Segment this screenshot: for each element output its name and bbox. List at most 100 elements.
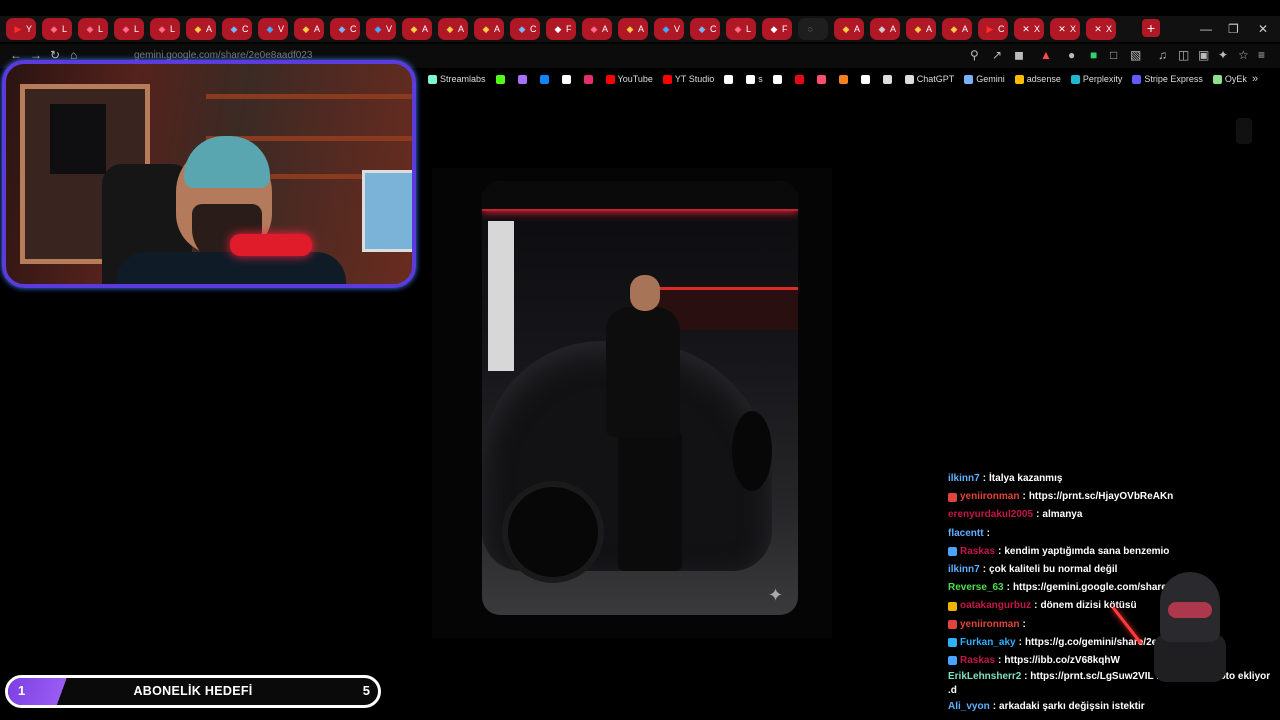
browser-tab[interactable]: ◆ L bbox=[78, 18, 108, 40]
browser-tab[interactable]: ◆ C bbox=[510, 18, 540, 40]
bookmark-item[interactable]: YouTube bbox=[605, 74, 653, 84]
browser-tab[interactable]: ◆ A bbox=[906, 18, 936, 40]
bookmark-item[interactable]: adsense bbox=[1014, 74, 1061, 84]
browser-tab[interactable]: ◆ A bbox=[582, 18, 612, 40]
image-icon: ◆ bbox=[770, 24, 778, 34]
browser-tab[interactable]: ◆ C bbox=[330, 18, 360, 40]
download-icon[interactable] bbox=[1236, 118, 1252, 144]
browser-tab[interactable]: ◆ A bbox=[402, 18, 432, 40]
browser-tab[interactable]: ◆ V bbox=[258, 18, 288, 40]
restore-icon[interactable]: ❐ bbox=[1228, 22, 1239, 36]
share-icon[interactable]: ↗ bbox=[992, 48, 1002, 62]
man-hoodie bbox=[606, 307, 680, 437]
tab-title: X bbox=[1106, 24, 1113, 34]
tab-title: A bbox=[602, 24, 609, 34]
zoom-icon[interactable]: ⚲ bbox=[970, 48, 979, 62]
bookmark-item[interactable] bbox=[495, 74, 508, 84]
bookmark-favicon-icon bbox=[495, 74, 505, 84]
browser-tab[interactable]: ◆ L bbox=[42, 18, 72, 40]
bookmark-item[interactable] bbox=[724, 74, 736, 84]
sidebar-icon[interactable]: ◫ bbox=[1178, 48, 1189, 62]
extension-icon[interactable]: ■ bbox=[1090, 48, 1097, 62]
browser-tab[interactable]: ▶ C bbox=[978, 18, 1008, 40]
browser-tab[interactable]: ◆ L bbox=[114, 18, 144, 40]
browser-tab[interactable]: ◆ C bbox=[690, 18, 720, 40]
brave-shield-icon[interactable]: ◼ bbox=[1014, 48, 1024, 62]
bookmark-item[interactable] bbox=[860, 74, 873, 84]
bookmark-item[interactable] bbox=[583, 74, 596, 84]
browser-tab[interactable]: ▶ Y bbox=[6, 18, 36, 40]
tab-title: Y bbox=[26, 24, 33, 34]
bookmark-item[interactable]: YT Studio bbox=[662, 74, 714, 84]
tab-title: L bbox=[134, 24, 140, 34]
man-head bbox=[630, 275, 660, 311]
chat-text: https://prnt.sc/HjayOVbReAKn bbox=[1028, 491, 1174, 503]
browser-tab[interactable]: ◆ A bbox=[834, 18, 864, 40]
gas-station-canopy bbox=[482, 181, 798, 211]
bookmark-item[interactable]: Stripe Express bbox=[1132, 74, 1203, 84]
bookmarks-overflow-icon[interactable]: » bbox=[1252, 73, 1258, 85]
browser-tab[interactable]: ✕ X bbox=[1050, 18, 1080, 40]
bookmark-item[interactable]: ChatGPT bbox=[904, 74, 954, 84]
browser-tab[interactable]: ◆ V bbox=[654, 18, 684, 40]
gemini-icon: ◆ bbox=[194, 24, 202, 34]
browser-tab[interactable]: ◆ F bbox=[762, 18, 792, 40]
bookmark-item[interactable]: Perplexity bbox=[1070, 74, 1122, 84]
man-legs bbox=[618, 431, 682, 571]
browser-tab[interactable]: ◆ A bbox=[294, 18, 324, 40]
bookmark-item[interactable] bbox=[772, 74, 785, 84]
browser-tab[interactable]: ◆ A bbox=[942, 18, 972, 40]
tab-title: A bbox=[854, 24, 861, 34]
close-window-icon[interactable]: ✕ bbox=[1258, 22, 1268, 36]
gemini-icon: ◆ bbox=[626, 24, 634, 34]
bookmark-favicon-icon bbox=[816, 74, 826, 84]
bookmark-item[interactable]: s bbox=[746, 74, 763, 84]
browser-tab[interactable]: ◆ A bbox=[186, 18, 216, 40]
bookmark-item[interactable]: Gemini bbox=[964, 74, 1005, 84]
bookmark-item[interactable] bbox=[816, 74, 829, 84]
browser-tab[interactable]: ◆ A bbox=[870, 18, 900, 40]
browser-tab[interactable]: ◆ A bbox=[474, 18, 504, 40]
browser-tab[interactable]: ◆ L bbox=[150, 18, 180, 40]
chat-separator: : bbox=[1022, 618, 1026, 630]
shared-image[interactable]: ✦ bbox=[482, 181, 798, 615]
bookmark-favicon-icon bbox=[539, 74, 549, 84]
browser-tab[interactable]: ◆ A bbox=[438, 18, 468, 40]
bookmark-item[interactable] bbox=[517, 74, 530, 84]
feather-icon: ◆ bbox=[50, 24, 58, 34]
bookmark-item[interactable] bbox=[882, 74, 895, 84]
minimize-icon[interactable]: — bbox=[1200, 22, 1212, 36]
vpn-icon[interactable]: ☆ bbox=[1238, 48, 1249, 62]
wallet-icon[interactable]: ▣ bbox=[1198, 48, 1209, 62]
browser-tab[interactable]: ◆ L bbox=[726, 18, 756, 40]
bookmark-item[interactable] bbox=[561, 74, 574, 84]
browser-tab[interactable]: ✕ X bbox=[1014, 18, 1044, 40]
browser-tab[interactable]: ◆ F bbox=[546, 18, 576, 40]
chat-text: dönem dizisi kötüsü bbox=[1040, 600, 1137, 612]
extension-icon[interactable]: □ bbox=[1110, 48, 1117, 62]
extension-icon[interactable]: ▧ bbox=[1130, 48, 1141, 62]
media-icon[interactable]: ♫ bbox=[1158, 48, 1167, 62]
new-tab-button[interactable]: + bbox=[1142, 19, 1160, 37]
background-window bbox=[50, 104, 106, 174]
browser-tab[interactable]: ◆ C bbox=[222, 18, 252, 40]
browser-tab[interactable]: ◌ bbox=[798, 18, 828, 40]
browser-tab[interactable]: ◆ A bbox=[618, 18, 648, 40]
extension-icon[interactable]: ● bbox=[1068, 48, 1075, 62]
chat-separator: : bbox=[1021, 671, 1031, 683]
browser-tab[interactable]: ✕ X bbox=[1086, 18, 1116, 40]
chat-separator: : bbox=[998, 654, 1002, 666]
browser-tab[interactable]: ◆ V bbox=[366, 18, 396, 40]
bookmark-item[interactable]: Streamlabs bbox=[428, 74, 486, 84]
chat-message: erenyurdakul2005 : almanya bbox=[948, 506, 1278, 524]
globe-icon: ◆ bbox=[266, 24, 274, 34]
rewards-icon[interactable]: ▲ bbox=[1040, 48, 1052, 62]
gemini-icon: ◆ bbox=[914, 24, 922, 34]
bookmark-item[interactable]: OyEk bbox=[1212, 74, 1247, 84]
menu-icon[interactable]: ≡ bbox=[1258, 48, 1265, 62]
feather-icon: ◆ bbox=[122, 24, 130, 34]
leo-icon[interactable]: ✦ bbox=[1218, 48, 1228, 62]
bookmark-item[interactable] bbox=[838, 74, 851, 84]
bookmark-item[interactable] bbox=[794, 74, 807, 84]
bookmark-item[interactable] bbox=[539, 74, 552, 84]
